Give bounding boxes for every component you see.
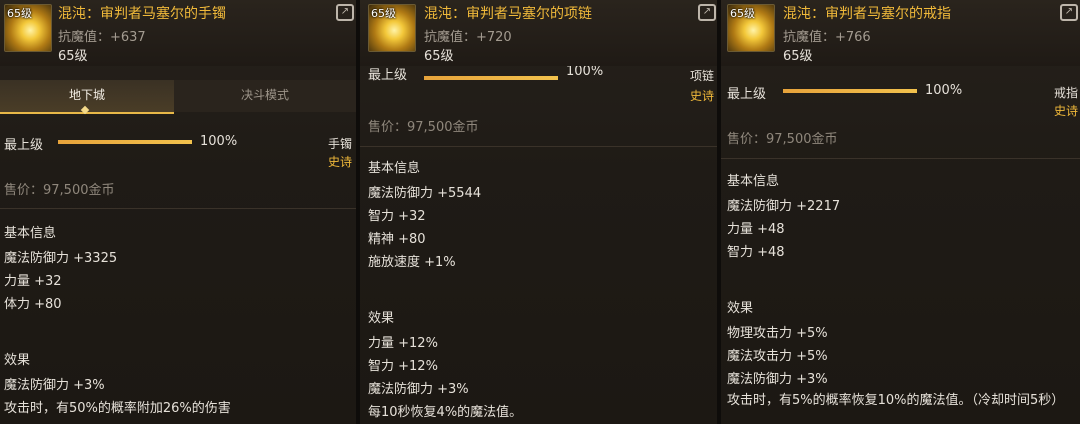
slot-type: 项链 [689, 69, 714, 83]
item-level: 65级 [783, 49, 813, 64]
effect-line: 每10秒恢复4%的魔法值。 [368, 405, 523, 420]
basic-stat: 魔法防御力 +5544 [368, 186, 482, 201]
sell-price: 售价：97,500金币 [368, 120, 479, 135]
basic-stat: 魔法防御力 +2217 [727, 199, 841, 214]
grade-percent: 100% [925, 83, 963, 98]
magic-resist: 抗魔值：+637 [58, 30, 146, 45]
item-level: 65级 [424, 49, 454, 64]
basic-stat: 智力 +48 [727, 245, 785, 260]
item-level: 65级 [58, 49, 88, 64]
effect-title: 效果 [727, 301, 754, 316]
grade-progress-bar [783, 89, 917, 93]
basic-stat: 施放速度 +1% [368, 255, 456, 270]
share-icon[interactable]: ↗ [698, 4, 716, 21]
basic-info-title: 基本信息 [4, 226, 57, 241]
effect-line: 智力 +12% [368, 359, 438, 374]
effect-title: 效果 [4, 353, 31, 368]
effect-line: 力量 +12% [368, 336, 438, 351]
header-mask: 65级 混沌：审判者马塞尔的项链 抗魔值：+720 65级 ↗ [360, 0, 718, 66]
rarity: 史诗 [689, 89, 714, 103]
effect-title: 效果 [368, 311, 395, 326]
icon-level: 65级 [371, 7, 396, 20]
effect-line: 魔法防御力 +3% [368, 382, 469, 397]
icon-level: 65级 [730, 7, 755, 20]
item-tooltip-necklace: 65级 混沌：审判者马塞尔的项链 抗魔值：+720 65级 ↗ 最上级 100%… [360, 0, 718, 424]
divider [0, 208, 356, 209]
grade-percent: 100% [566, 64, 604, 79]
effect-line: 魔法防御力 +3% [727, 372, 828, 387]
grade-progress-bar [58, 140, 192, 144]
effect-line: 魔法攻击力 +5% [727, 349, 828, 364]
item-name: 混沌：审判者马塞尔的项链 [424, 6, 592, 22]
ring-item-icon[interactable]: 65级 [727, 4, 775, 52]
basic-stat: 精神 +80 [368, 232, 426, 247]
basic-stat: 力量 +32 [4, 274, 62, 289]
divider [360, 146, 718, 147]
magic-resist: 抗魔值：+766 [783, 30, 871, 45]
share-icon[interactable]: ↗ [336, 4, 354, 21]
item-tooltip-ring: 65级 混沌：审判者马塞尔的戒指 抗魔值：+766 65级 ↗ 最上级 100%… [721, 0, 1080, 424]
icon-level: 65级 [7, 7, 32, 20]
sell-price: 售价：97,500金币 [4, 183, 115, 198]
grade-progress-fill [424, 76, 558, 80]
mode-tabs: 地下城 决斗模式 [0, 80, 356, 114]
basic-info-title: 基本信息 [727, 174, 780, 189]
basic-stat: 智力 +32 [368, 209, 426, 224]
grade-label: 最上级 [727, 87, 767, 102]
basic-stat: 力量 +48 [727, 222, 785, 237]
basic-stat: 体力 +80 [4, 297, 62, 312]
bracelet-item-icon[interactable]: 65级 [4, 4, 52, 52]
tab-duel-mode[interactable]: 决斗模式 [174, 80, 356, 112]
item-header: 65级 混沌：审判者马塞尔的手镯 抗魔值：+637 65级 ↗ [0, 0, 356, 66]
slot-type: 戒指 [1053, 86, 1078, 100]
effect-line: 魔法防御力 +3% [4, 378, 105, 393]
item-name: 混沌：审判者马塞尔的戒指 [783, 6, 951, 22]
basic-info-title: 基本信息 [368, 161, 421, 176]
basic-stat: 魔法防御力 +3325 [4, 251, 118, 266]
item-name: 混沌：审判者马塞尔的手镯 [58, 6, 226, 22]
divider [721, 158, 1080, 159]
effect-line: 攻击时，有50%的概率附加26%的伤害 [4, 401, 231, 416]
grade-progress-fill [58, 140, 192, 144]
rarity: 史诗 [1053, 104, 1078, 118]
effect-line: 攻击时，有5%的概率恢复10%的魔法值。（冷却时间5秒） [727, 393, 1065, 408]
share-icon[interactable]: ↗ [1060, 4, 1078, 21]
effect-line: 物理攻击力 +5% [727, 326, 828, 341]
grade-progress-fill [783, 89, 917, 93]
magic-resist: 抗魔值：+720 [424, 30, 512, 45]
necklace-item-icon[interactable]: 65级 [368, 4, 416, 52]
item-header: 65级 混沌：审判者马塞尔的戒指 抗魔值：+766 65级 ↗ [721, 0, 1080, 66]
item-tooltip-bracelet: 65级 混沌：审判者马塞尔的手镯 抗魔值：+637 65级 ↗ 地下城 决斗模式… [0, 0, 356, 424]
grade-percent: 100% [200, 134, 238, 149]
grade-progress-bar [424, 76, 558, 80]
sell-price: 售价：97,500金币 [727, 132, 838, 147]
grade-label: 最上级 [368, 68, 408, 83]
rarity: 史诗 [327, 155, 352, 169]
slot-type: 手镯 [327, 137, 352, 151]
grade-label: 最上级 [4, 138, 44, 153]
